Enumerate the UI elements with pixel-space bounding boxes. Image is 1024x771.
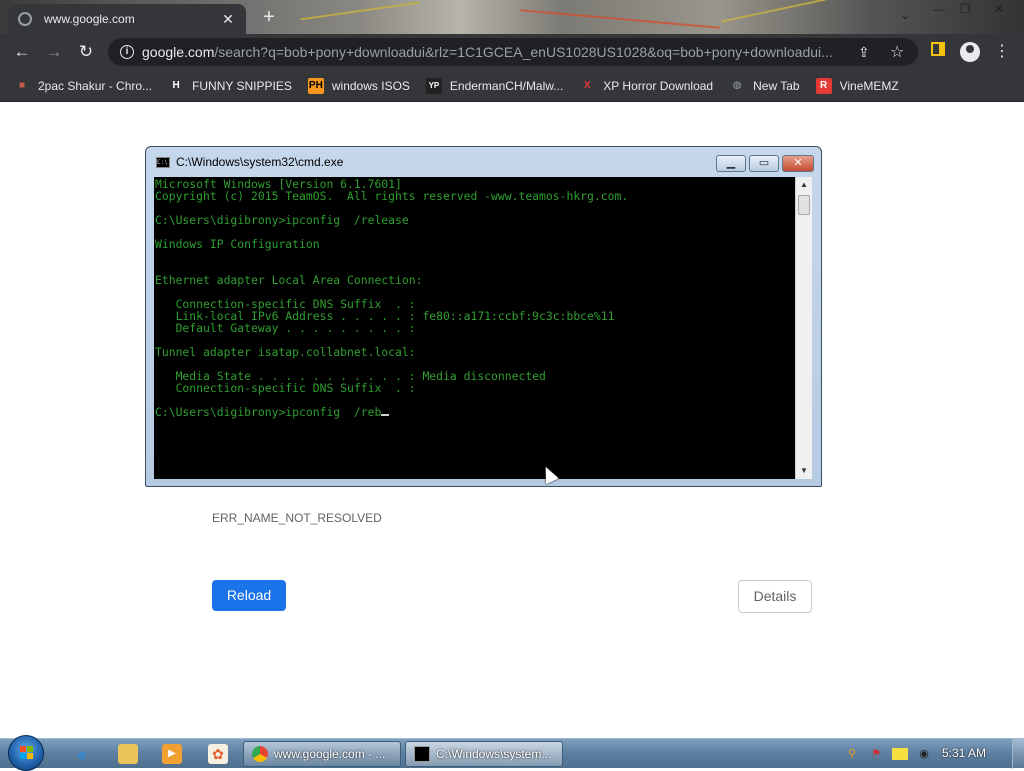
h-icon: H [172,79,180,91]
profile-button[interactable] [960,42,980,62]
show-desktop-button[interactable] [1012,739,1024,769]
taskbar-item-chrome[interactable]: www.google.com - ... [243,741,401,767]
taskbar-item-label: www.google.com - ... [274,747,386,761]
bookmark-label: 2pac Shakur - Chro... [38,78,153,93]
cmd-window[interactable]: C:\ C:\Windows\system32\cmd.exe ▁ ▭ ✕ Mi… [145,146,822,487]
taskbar-item-label: C:\Windows\system... [436,747,552,761]
new-tab-button[interactable]: + [258,6,280,29]
paint-icon[interactable]: ✿ [208,744,228,764]
media-player-icon[interactable]: ▶ [162,744,182,764]
bookmark-label: VineMEMZ [839,78,899,93]
search-tray-icon[interactable]: ⚲ [844,746,860,762]
site-info-icon[interactable]: i [120,45,134,59]
side-panel-button[interactable] [928,42,948,62]
text-cursor [381,414,390,416]
globe-icon: ◍ [732,79,742,91]
tab-google[interactable]: www.google.com ✕ [8,4,246,34]
console-line: C:\Users\digibrony>ipconfig /reb [155,405,382,419]
r-icon: R [815,77,832,94]
scroll-down-icon[interactable]: ▼ [796,463,812,479]
console-line: Tunnel adapter isatap.collabnet.local: [155,345,416,359]
internet-explorer-icon[interactable]: e [72,744,92,764]
error-code: ERR_NAME_NOT_RESOLVED [212,511,382,525]
cart-icon: ■ [18,79,26,91]
console-line: Windows IP Configuration [155,237,320,251]
avatar-icon [960,42,980,62]
side-panel-icon [931,42,945,56]
window-close-button[interactable]: ✕ [988,1,1010,18]
yp-icon: YP [425,77,442,94]
browser-tab-strip: www.google.com ✕ + ⌄ — ❐ ✕ [0,0,1024,34]
file-explorer-icon[interactable] [118,744,138,764]
console-line: Default Gateway . . . . . . . . . : [155,321,416,335]
cmd-icon [414,746,430,762]
bookmark-item[interactable]: H FUNNY SNIPPIES [168,78,292,94]
address-path: /search?q=bob+pony+downloadui&rlz=1C1GCE… [214,44,833,60]
cmd-minimize-button[interactable]: ▁ [716,155,746,172]
bookmarks-bar: ■ 2pac Shakur - Chro... H FUNNY SNIPPIES PH w… [0,70,1024,102]
clock[interactable]: 5:31 AM [942,746,986,760]
chrome-icon [252,746,268,762]
tab-search-icon[interactable]: ⌄ [900,8,910,22]
ph-icon: PH [307,77,324,94]
bookmark-label: windows ISOS [331,78,410,93]
forward-button[interactable]: → [44,42,64,62]
scroll-thumb[interactable] [798,195,810,215]
console-scrollbar[interactable]: ▲ ▼ [795,177,812,479]
x-icon: X [583,79,591,91]
taskbar: e ▶ ✿ www.google.com - ... C:\Windows\sy… [0,735,1024,771]
bookmark-item[interactable]: ■ 2pac Shakur - Chro... [14,78,152,94]
bookmark-label: FUNNY SNIPPIES [192,78,292,93]
address-domain: google.com [142,44,215,60]
flag-tray-icon[interactable]: ⚑ [868,746,884,762]
share-icon[interactable]: ⇪ [858,44,870,61]
browser-toolbar: ← → ↻ i google.com /search?q=bob+pony+do… [0,34,1024,70]
battery-tray-icon[interactable] [892,748,908,760]
reload-page-button[interactable]: ↻ [76,42,96,62]
tab-title: www.google.com [44,12,135,26]
tab-close-icon[interactable]: ✕ [220,11,236,28]
address-bar[interactable]: i google.com /search?q=bob+pony+download… [108,38,918,66]
window-restore-button[interactable]: ❐ [954,1,976,18]
bookmark-star-icon[interactable]: ☆ [890,42,904,62]
cmd-app-icon: C:\ [156,156,170,168]
taskbar-item-cmd[interactable]: C:\Windows\system... [405,741,563,767]
start-button[interactable] [8,735,44,771]
details-button[interactable]: Details [738,580,812,613]
cmd-maximize-button[interactable]: ▭ [749,155,779,172]
windows-logo-icon [20,746,34,760]
bookmark-item[interactable]: PH windows ISOS [307,77,410,94]
console-line: Connection-specific DNS Suffix . : [155,381,416,395]
loading-favicon-icon [18,12,32,26]
reload-button[interactable]: Reload [212,580,286,611]
bookmark-label: New Tab [753,78,800,93]
cmd-close-button[interactable]: ✕ [782,155,814,172]
volume-tray-icon[interactable]: ◉ [916,746,932,762]
window-minimize-button[interactable]: — [928,1,950,18]
browser-menu-button[interactable]: ⋮ [992,42,1012,62]
console-line: Ethernet adapter Local Area Connection: [155,273,423,287]
bookmark-item[interactable]: X XP Horror Download [579,78,713,94]
back-button[interactable]: ← [12,42,32,62]
console-line: Copyright (c) 2015 TeamOS. All rights re… [155,189,629,203]
bookmark-item[interactable]: ◍ New Tab [729,78,800,94]
bookmark-label: EndermanCH/Malw... [449,78,564,93]
console-output[interactable]: Microsoft Windows [Version 6.1.7601] Cop… [154,177,795,479]
scroll-up-icon[interactable]: ▲ [796,177,812,193]
bookmark-label: XP Horror Download [603,78,714,93]
bookmark-item[interactable]: YP EndermanCH/Malw... [425,77,564,94]
cmd-title: C:\Windows\system32\cmd.exe [176,155,344,169]
console-line: C:\Users\digibrony>ipconfig /release [155,213,409,227]
bookmark-item[interactable]: R VineMEMZ [815,77,899,94]
console-text: Microsoft Windows [Version 6.1.7601] Cop… [155,178,794,418]
